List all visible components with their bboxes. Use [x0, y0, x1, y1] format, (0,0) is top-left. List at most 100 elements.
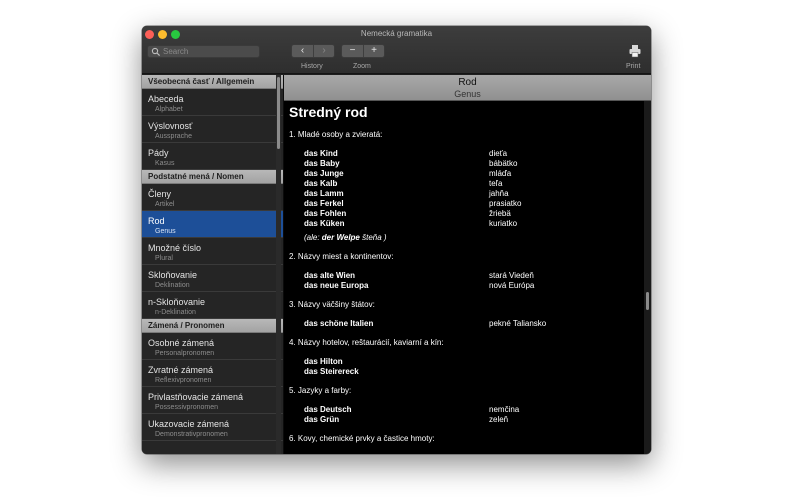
sidebar-item-sublabel: Plural: [155, 255, 173, 262]
sidebar-item[interactable]: Výslovnosť Aussprache: [142, 116, 283, 143]
sidebar-item[interactable]: Členy Artikel: [142, 184, 283, 211]
german-term: das Steirereck: [304, 367, 359, 376]
sidebar-item[interactable]: Abeceda Alphabet: [142, 89, 283, 116]
sidebar-section-header: Všeobecná časť / Allgemein: [142, 75, 283, 89]
sidebar-item-label: Abeceda: [148, 94, 184, 104]
group-title: 5. Jazyky a farby:: [289, 386, 352, 395]
sidebar-item[interactable]: n-Skloňovanie n-Deklination: [142, 292, 283, 319]
german-term: das Kind: [304, 149, 338, 158]
group-title: 4. Názvy hotelov, reštaurácií, kaviarní …: [289, 338, 444, 347]
slovak-translation: kuriatko: [489, 219, 518, 228]
content-heading: Stredný rod: [289, 104, 368, 120]
german-term: das Baby: [304, 159, 340, 168]
slovak-translation: pekné Taliansko: [489, 319, 547, 328]
slovak-translation: zeleň: [489, 415, 509, 424]
exception-note: (ale: der Welpe šteňa ): [304, 233, 387, 242]
zoom-label: Zoom: [353, 63, 371, 70]
sidebar-item-label: Množné číslo: [148, 243, 202, 253]
sidebar-item-sublabel: Possessivpronomen: [155, 404, 219, 411]
sidebar-item-sublabel: Personalpronomen: [155, 350, 215, 357]
search-icon: [151, 47, 161, 57]
printer-icon[interactable]: [628, 44, 642, 58]
history-label: History: [301, 63, 323, 70]
slovak-translation: prasiatko: [489, 199, 522, 208]
sidebar-item-label: Výslovnosť: [148, 121, 193, 131]
sidebar-item-sublabel: Aussprache: [155, 133, 192, 140]
sidebar-item-sublabel: Kasus: [155, 160, 175, 167]
sidebar-scrollbar[interactable]: [276, 75, 281, 454]
sidebar-item[interactable]: Privlastňovacie zámená Possessivpronomen: [142, 387, 283, 414]
german-term: das Hilton: [304, 357, 343, 366]
slovak-translation: teľa: [489, 179, 503, 188]
sidebar-item-label: Členy: [148, 189, 172, 199]
group-title: 1. Mladé osoby a zvieratá:: [289, 130, 383, 139]
german-term: das neue Europa: [304, 281, 369, 290]
sidebar-section-header: Zámená / Pronomen: [142, 319, 283, 333]
app-window: Nemecká gramatika ‹ › − + History Zoom P…: [142, 26, 651, 454]
zoom-in-button[interactable]: +: [363, 45, 384, 57]
sidebar-item-sublabel: Artikel: [155, 201, 175, 208]
content-subtitle: Genus: [454, 89, 481, 99]
group-title: 3. Názvy väčšiny štátov:: [289, 300, 375, 309]
sidebar-item[interactable]: Rod Genus: [142, 211, 283, 238]
sidebar-item-label: Pády: [148, 148, 169, 158]
group-title: 2. Názvy miest a kontinentov:: [289, 252, 394, 261]
sidebar-item-sublabel: Genus: [155, 228, 176, 235]
sidebar-item-label: Rod: [148, 216, 165, 226]
sidebar-item[interactable]: Osobné zámená Personalpronomen: [142, 333, 283, 360]
sidebar-scroll-thumb[interactable]: [277, 77, 280, 149]
slovak-translation: nová Európa: [489, 281, 535, 290]
sidebar-item-label: Privlastňovacie zámená: [148, 392, 244, 402]
german-term: das Fohlen: [304, 209, 347, 218]
slovak-translation: bábätko: [489, 159, 518, 168]
slovak-translation: nemčina: [489, 405, 520, 414]
german-term: das Grün: [304, 415, 340, 424]
forward-button[interactable]: ›: [313, 45, 334, 57]
sidebar-item[interactable]: Pády Kasus: [142, 143, 283, 170]
slovak-translation: dieťa: [489, 149, 508, 158]
sidebar-item-sublabel: n-Deklination: [155, 309, 196, 316]
zoom-out-button[interactable]: −: [342, 45, 363, 57]
sidebar: Všeobecná časť / Allgemein Abeceda Alphabe…: [142, 75, 283, 454]
sidebar-item-sublabel: Demonstrativpronomen: [155, 431, 228, 438]
sidebar-item-label: Osobné zámená: [148, 338, 215, 348]
sidebar-item[interactable]: Zvratné zámená Reflexivpronomen: [142, 360, 283, 387]
search-field[interactable]: [147, 45, 260, 58]
german-term: das Kalb: [304, 179, 338, 188]
sidebar-item-sublabel: Reflexivpronomen: [155, 377, 212, 384]
print-label: Print: [626, 63, 641, 70]
sidebar-item-sublabel: Deklination: [155, 282, 190, 289]
sidebar-item-label: Skloňovanie: [148, 270, 198, 280]
sidebar-item[interactable]: Ukazovacie zámená Demonstrativpronomen: [142, 414, 283, 441]
german-term: das Deutsch: [304, 405, 352, 414]
back-button[interactable]: ‹: [292, 45, 313, 57]
sidebar-item-label: n-Skloňovanie: [148, 297, 206, 307]
zoom-control: − +: [341, 44, 385, 58]
sidebar-item-sublabel: Alphabet: [155, 106, 183, 113]
sidebar-item[interactable]: Množné číslo Plural: [142, 238, 283, 265]
slovak-translation: mláďa: [489, 169, 512, 178]
slovak-translation: jahňa: [489, 189, 509, 198]
slovak-translation: stará Viedeň: [489, 271, 534, 280]
sidebar-item-label: Zvratné zámená: [148, 365, 214, 375]
german-term: das Lamm: [304, 189, 344, 198]
search-input[interactable]: [163, 46, 255, 57]
history-control: ‹ ›: [291, 44, 335, 58]
toolbar: Nemecká gramatika ‹ › − + History Zoom P…: [142, 26, 651, 74]
window-title: Nemecká gramatika: [360, 29, 433, 38]
german-term: das alte Wien: [304, 271, 356, 280]
group-title: 6. Kovy, chemické prvky a častice hmoty:: [289, 434, 435, 443]
content-title: Rod: [458, 77, 477, 88]
content-scroll-thumb[interactable]: [646, 292, 649, 310]
sidebar-section-header: Podstatné mená / Nomen: [142, 170, 283, 184]
sidebar-item-label: Ukazovacie zámená: [148, 419, 230, 429]
slovak-translation: žriebä: [489, 209, 511, 218]
german-term: das schöne Italien: [304, 319, 374, 328]
german-term: das Küken: [304, 219, 345, 228]
content-header: Rod Genus: [284, 75, 651, 101]
sidebar-item[interactable]: Skloňovanie Deklination: [142, 265, 283, 292]
content-scrollbar[interactable]: [644, 101, 651, 454]
content-pane: Stredný rod 1. Mladé osoby a zvieratá: da…: [284, 101, 644, 454]
german-term: das Ferkel: [304, 199, 344, 208]
german-term: das Junge: [304, 169, 344, 178]
